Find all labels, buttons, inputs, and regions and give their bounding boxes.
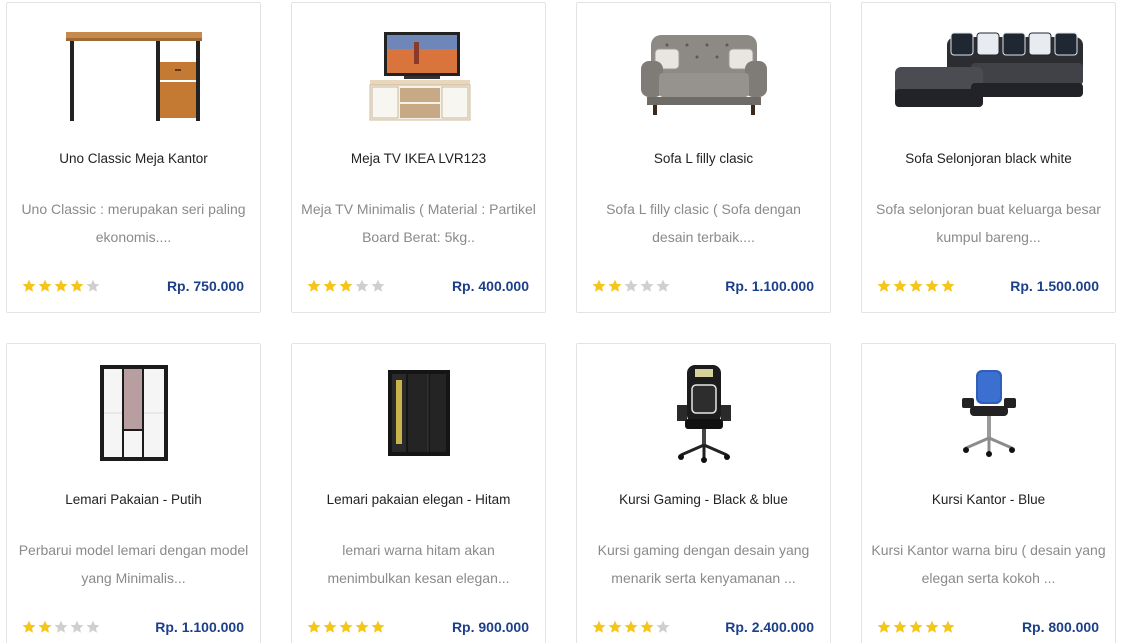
star-icon: [640, 279, 654, 292]
product-price: Rp. 2.400.000: [725, 619, 814, 635]
star-icon: [371, 279, 385, 292]
product-image[interactable]: [862, 17, 1115, 127]
product-card[interactable]: Kursi Gaming - Black & blue Kursi gaming…: [576, 343, 831, 643]
star-icon: [592, 620, 606, 633]
product-image[interactable]: [577, 17, 830, 127]
product-card[interactable]: Kursi Kantor - Blue Kursi Kantor warna b…: [861, 343, 1116, 643]
white-wardrobe-icon: [99, 365, 168, 461]
star-icon: [608, 620, 622, 633]
star-icon: [323, 279, 337, 292]
gaming-chair-icon: [676, 365, 731, 463]
product-description: Kursi gaming dengan desain yang menarik …: [597, 542, 810, 586]
star-icon: [22, 279, 36, 292]
star-icon: [640, 620, 654, 633]
rating-stars: [307, 279, 385, 293]
star-icon: [355, 279, 369, 292]
product-image[interactable]: [862, 358, 1115, 468]
product-card[interactable]: Sofa L filly clasic Sofa L filly clasic …: [576, 2, 831, 313]
star-icon: [656, 620, 670, 633]
product-title[interactable]: Sofa Selonjoran black white: [870, 151, 1107, 166]
product-title[interactable]: Lemari pakaian elegan - Hitam: [300, 492, 537, 507]
product-title[interactable]: Sofa L filly clasic: [585, 151, 822, 166]
product-image[interactable]: [7, 358, 260, 468]
star-icon: [624, 279, 638, 292]
star-icon: [38, 279, 52, 292]
star-icon: [893, 279, 907, 292]
rating-stars: [22, 279, 100, 293]
star-icon: [86, 279, 100, 292]
star-icon: [608, 279, 622, 292]
product-price: Rp. 750.000: [166, 278, 244, 294]
product-image[interactable]: [577, 358, 830, 468]
star-icon: [54, 620, 68, 633]
product-description: Sofa selonjoran buat keluarga besar kump…: [876, 201, 1101, 245]
product-card[interactable]: Sofa Selonjoran black white Sofa selonjo…: [861, 2, 1116, 313]
l-sofa-icon: [894, 32, 1083, 107]
product-title[interactable]: Lemari Pakaian - Putih: [15, 492, 252, 507]
star-icon: [893, 620, 907, 633]
star-icon: [339, 279, 353, 292]
star-icon: [86, 620, 100, 633]
product-card[interactable]: Lemari Pakaian - Putih Perbarui model le…: [6, 343, 261, 643]
product-title[interactable]: Meja TV IKEA LVR123: [300, 151, 537, 166]
product-card[interactable]: Lemari pakaian elegan - Hitam lemari war…: [291, 343, 546, 643]
rating-stars: [307, 620, 385, 634]
rating-stars: [877, 620, 955, 634]
star-icon: [70, 620, 84, 633]
star-icon: [877, 279, 891, 292]
product-price: Rp. 1.500.000: [1010, 278, 1099, 294]
star-icon: [624, 620, 638, 633]
star-icon: [371, 620, 385, 633]
star-icon: [941, 279, 955, 292]
star-icon: [925, 279, 939, 292]
product-title[interactable]: Kursi Gaming - Black & blue: [585, 492, 822, 507]
product-description: Sofa L filly clasic ( Sofa dengan desain…: [606, 201, 801, 245]
product-image[interactable]: [292, 358, 545, 468]
black-wardrobe-icon: [387, 370, 450, 456]
tv-stand-icon: [369, 32, 470, 121]
product-description: lemari warna hitam akan menimbulkan kesa…: [327, 542, 510, 586]
star-icon: [22, 620, 36, 633]
star-icon: [307, 279, 321, 292]
office-chair-icon: [961, 370, 1016, 457]
star-icon: [909, 279, 923, 292]
product-price: Rp. 1.100.000: [155, 619, 244, 635]
product-card[interactable]: Meja TV IKEA LVR123 Meja TV Minimalis ( …: [291, 2, 546, 313]
rating-stars: [877, 279, 955, 293]
star-icon: [339, 620, 353, 633]
product-title[interactable]: Uno Classic Meja Kantor: [15, 151, 252, 166]
product-price: Rp. 400.000: [451, 278, 529, 294]
product-card[interactable]: Uno Classic Meja Kantor Uno Classic : me…: [6, 2, 261, 313]
office-desk-icon: [65, 32, 202, 121]
star-icon: [656, 279, 670, 292]
star-icon: [323, 620, 337, 633]
star-icon: [70, 279, 84, 292]
product-title[interactable]: Kursi Kantor - Blue: [870, 492, 1107, 507]
star-icon: [307, 620, 321, 633]
product-price: Rp. 900.000: [451, 619, 529, 635]
product-price: Rp. 1.100.000: [725, 278, 814, 294]
star-icon: [355, 620, 369, 633]
rating-stars: [22, 620, 100, 634]
product-price: Rp. 800.000: [1021, 619, 1099, 635]
star-icon: [54, 279, 68, 292]
product-description: Meja TV Minimalis ( Material : Partikel …: [301, 201, 536, 245]
star-icon: [925, 620, 939, 633]
product-image[interactable]: [7, 17, 260, 127]
classic-sofa-icon: [640, 35, 767, 115]
star-icon: [38, 620, 52, 633]
product-description: Uno Classic : merupakan seri paling ekon…: [21, 201, 246, 245]
product-image[interactable]: [292, 17, 545, 127]
star-icon: [877, 620, 891, 633]
rating-stars: [592, 620, 670, 634]
rating-stars: [592, 279, 670, 293]
product-description: Perbarui model lemari dengan model yang …: [18, 542, 249, 586]
star-icon: [909, 620, 923, 633]
star-icon: [592, 279, 606, 292]
product-description: Kursi Kantor warna biru ( desain yang el…: [871, 542, 1106, 586]
star-icon: [941, 620, 955, 633]
